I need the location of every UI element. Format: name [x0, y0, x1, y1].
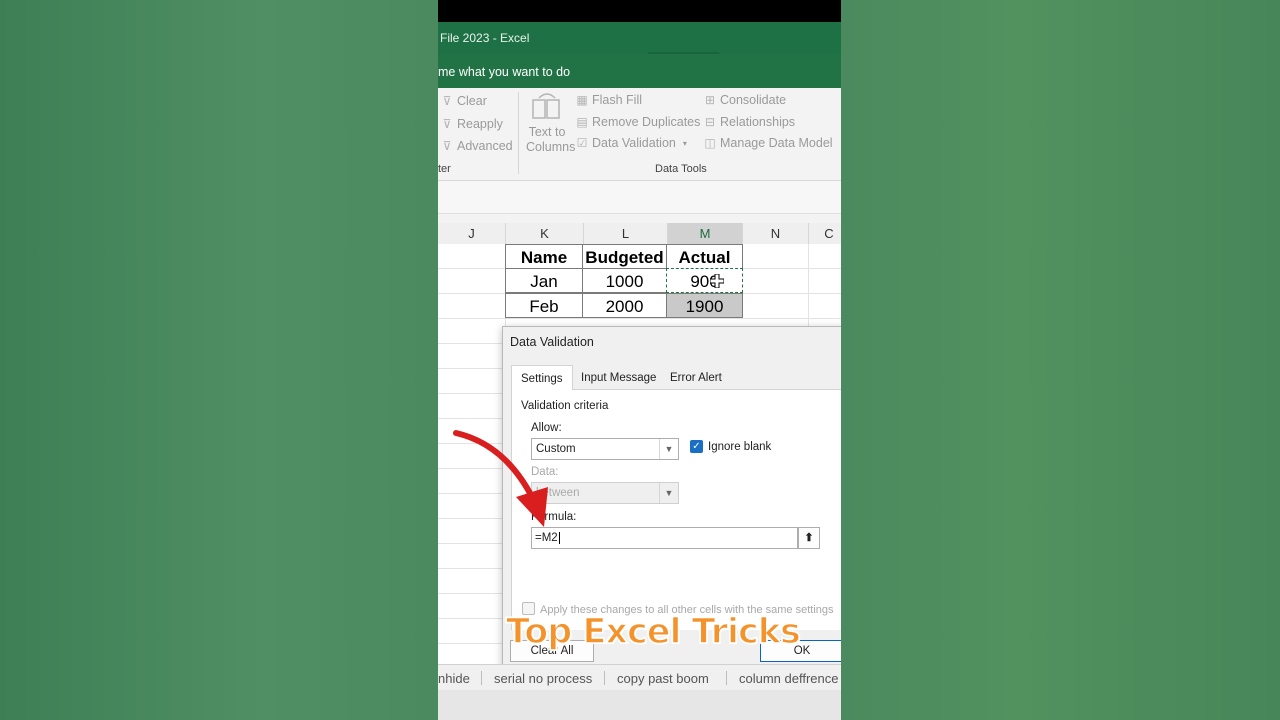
consolidate-button[interactable]: ⊞ Consolidate — [703, 93, 786, 107]
data-validation-button[interactable]: ☑ Data Validation ▾ — [575, 136, 687, 150]
manage-data-model-label: Manage Data Model — [720, 136, 833, 150]
data-model-icon: ◫ — [704, 136, 716, 150]
clear-filter-icon: ⊽ — [442, 94, 452, 108]
sheet-tab[interactable]: copy past boom — [617, 671, 709, 686]
data-validation-icon: ☑ — [576, 136, 588, 150]
remove-duplicates-icon: ▤ — [576, 115, 588, 129]
excel-window: File 2023 - Excel me what you want to do… — [438, 0, 841, 720]
ignore-blank-checkbox[interactable]: ✓ — [690, 440, 703, 453]
sheet-tab-divider — [726, 671, 727, 685]
status-bar — [438, 690, 841, 720]
consolidate-icon: ⊞ — [704, 93, 716, 107]
top-black-bar — [438, 0, 841, 22]
reapply-icon: ⊽ — [442, 117, 452, 131]
sheet-tab[interactable]: serial no process — [494, 671, 592, 686]
consolidate-label: Consolidate — [720, 93, 787, 107]
formula-bar[interactable] — [438, 181, 841, 214]
column-header-o[interactable]: C — [809, 223, 841, 244]
cell-cursor-icon — [710, 274, 724, 288]
formula-input[interactable]: =M2 — [531, 527, 798, 549]
column-header-l[interactable]: L — [584, 223, 668, 244]
reapply-label: Reapply — [457, 117, 503, 131]
column-header-k[interactable]: K — [506, 223, 584, 244]
column-header-m[interactable]: M — [668, 223, 743, 246]
header-actual-cell[interactable]: Actual — [666, 244, 743, 269]
background-right — [841, 0, 1280, 720]
title-bar: File 2023 - Excel — [438, 22, 841, 104]
data-tools-group-label: Data Tools — [655, 163, 707, 175]
clear-label: Clear — [457, 94, 487, 108]
ribbon: ⊽ Clear ⊽ Reapply ⊽ Advanced ter Text to… — [438, 88, 841, 181]
sheet-tabs-bar: nhide serial no process copy past boom c… — [438, 664, 841, 691]
header-budgeted-cell[interactable]: Budgeted — [582, 244, 667, 269]
relationships-icon: ⊟ — [704, 115, 716, 129]
header-name-cell[interactable]: Name — [505, 244, 583, 269]
tab-error-alert[interactable]: Error Alert — [661, 365, 731, 389]
table-cell[interactable]: 2000 — [582, 293, 667, 318]
text-to-columns-button[interactable]: Text to Columns — [526, 92, 576, 160]
tell-me-bar[interactable]: me what you want to do — [438, 54, 841, 88]
red-arrow-annotation-icon — [453, 430, 548, 527]
dialog-title: Data Validation — [510, 335, 594, 349]
sheet-tab-divider — [604, 671, 605, 685]
window-title: File 2023 - Excel — [440, 31, 530, 45]
manage-data-model-button[interactable]: ◫ Manage Data Model — [703, 136, 833, 150]
tell-me-text[interactable]: me what you want to do — [438, 65, 570, 79]
relationships-label: Relationships — [720, 115, 796, 129]
flash-fill-label: Flash Fill — [592, 93, 643, 107]
remove-duplicates-label: Remove Duplicates — [592, 115, 701, 129]
column-header-n[interactable]: N — [743, 223, 809, 244]
chevron-down-icon: ▼ — [659, 439, 678, 459]
collapse-dialog-button[interactable]: ⬆ — [798, 527, 820, 549]
background-left — [0, 0, 438, 720]
sort-filter-group-label: ter — [438, 163, 451, 175]
relationships-button[interactable]: ⊟ Relationships — [703, 115, 795, 129]
ribbon-divider — [518, 92, 519, 174]
flash-fill-button[interactable]: ▦ Flash Fill — [575, 93, 642, 107]
chevron-down-icon: ▾ — [682, 138, 687, 148]
table-cell[interactable]: Feb — [505, 293, 583, 318]
sheet-tab[interactable]: nhide — [438, 671, 470, 686]
advanced-label: Advanced — [457, 139, 513, 153]
arrow-up-icon: ⬆ — [804, 532, 814, 544]
column-headers: J K L M N C — [438, 223, 841, 246]
reapply-button[interactable]: ⊽ Reapply — [440, 117, 503, 131]
sheet-tab-divider — [481, 671, 482, 685]
text-to-columns-label-2: Columns — [526, 140, 576, 154]
table-cell[interactable]: 1900 — [666, 293, 743, 318]
tab-input-message[interactable]: Input Message — [572, 365, 665, 389]
table-cell[interactable]: 1000 — [582, 268, 667, 293]
advanced-filter-icon: ⊽ — [442, 139, 452, 153]
selected-cell-m2[interactable]: 900 — [666, 268, 743, 293]
column-header-j[interactable]: J — [438, 223, 506, 244]
dialog-tabs: Settings Input Message Error Alert — [511, 365, 841, 391]
text-to-columns-icon — [532, 93, 560, 119]
tab-settings[interactable]: Settings — [511, 365, 573, 391]
text-to-columns-label-1: Text to — [528, 125, 566, 139]
sheet-tab[interactable]: column deffrence — [739, 671, 839, 686]
data-validation-label: Data Validation — [592, 136, 676, 150]
remove-duplicates-button[interactable]: ▤ Remove Duplicates — [575, 115, 700, 129]
ignore-blank-label: Ignore blank — [708, 441, 772, 453]
chevron-down-icon: ▼ — [659, 483, 678, 503]
overlay-title: Top Excel Tricks — [505, 611, 801, 653]
validation-criteria-label: Validation criteria — [521, 400, 609, 412]
advanced-button[interactable]: ⊽ Advanced — [440, 139, 513, 153]
flash-fill-icon: ▦ — [576, 93, 588, 107]
table-cell[interactable]: Jan — [505, 268, 583, 293]
clear-button[interactable]: ⊽ Clear — [440, 94, 487, 108]
